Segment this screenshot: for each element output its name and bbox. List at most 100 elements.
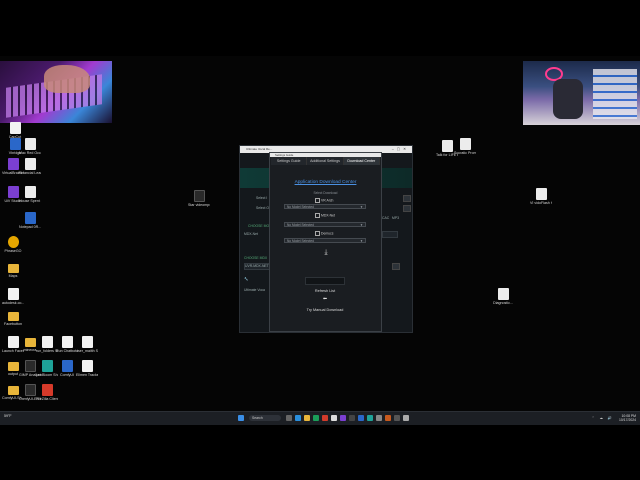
bg-folder-button[interactable] [403,195,411,202]
store-icon[interactable] [313,415,319,421]
select-value: No Model Selected [287,205,314,209]
app-icon[interactable] [358,415,364,421]
download-center-link[interactable]: Application Download Center [270,180,381,185]
app-icon[interactable] [394,415,400,421]
desktop-icon-label: Run Chatbot ths [56,349,78,353]
desktop-icon-label: Maps [8,274,18,278]
tab-additional-settings[interactable]: Additional Settings [307,157,344,165]
app-icon[interactable] [322,415,328,421]
taskbar-search[interactable]: Search [249,415,281,421]
taskbar: 59°F Search ⌃ ☁ 🔊 10:08 PM 10/17/2024 [0,411,640,425]
desktop-icon-label: Financial Leads [19,171,41,175]
desktop-icon[interactable]: Financial Leads [19,158,41,175]
desktop-icon[interactable]: Notepad 0R... [19,212,41,229]
file-explorer-icon[interactable] [304,415,310,421]
bg-row-label: MDX-Net [244,232,258,236]
desktop-icon[interactable]: CapCut [4,122,26,139]
mdx-net-model-select[interactable]: No Model Selected ▼ [284,222,366,227]
bg-row-label: UVR-MDX-NET [245,264,269,268]
try-manual-download-button[interactable]: Try Manual Download [295,308,355,312]
white-file-icon [7,336,19,348]
vr-arch-model-select[interactable]: No Model Selected ▼ [284,204,366,209]
bg-window-controls[interactable]: –▢✕ [392,147,409,151]
desktop-icon[interactable]: ComfyUI [56,360,78,377]
desktop-icon-label: House Spent on VGel [19,199,41,203]
file-file-icon [535,188,547,200]
white-file-icon [81,360,93,372]
system-tray[interactable]: ⌃ ☁ 🔊 [592,416,614,420]
option-vr-arch[interactable]: VR Arch [315,198,333,203]
demucs-model-select[interactable]: No Model Selected ▼ [284,238,366,243]
bg-row-label: CHOOSE MDX [244,256,268,260]
bg-checkbox-label[interactable]: MP3 [392,216,399,220]
weather-widget[interactable]: 59°F [4,414,12,418]
desktop-icon[interactable]: Maps [2,262,24,278]
bg-checkbox-label[interactable]: CAC [382,216,389,220]
desktop-icon-label: user_mailth Shortcut [76,349,98,353]
bg-row-label: Select I [256,196,268,200]
radio-vr-arch[interactable] [315,198,320,203]
desktop-icon[interactable]: Mac Red Occasio... [19,138,41,155]
desktop-icon[interactable]: Run Chatbot ths [56,336,78,353]
app-icon[interactable] [385,415,391,421]
desktop-icon[interactable]: Socratic Prompt.txt [454,138,476,155]
bg-select[interactable] [382,231,398,238]
back-arrow-icon[interactable]: ⬅ [317,296,333,302]
desktop-icon[interactable]: FileZilla Client [36,384,58,401]
app-icon[interactable] [340,415,346,421]
app-icon[interactable] [403,415,409,421]
tab-settings-guide[interactable]: Settings Guide [271,157,308,165]
white-file-icon [7,288,19,300]
bg-window-title: Ultimate Vocal Re... [246,147,273,151]
edge-icon[interactable] [295,415,301,421]
dark-file-icon [193,190,205,202]
option-mdx-net[interactable]: MDX-Net [315,213,335,218]
tab-download-center[interactable]: Download Center [343,157,380,165]
folder-file-icon [7,386,19,395]
windows-start-icon[interactable] [238,415,244,421]
task-view-icon[interactable] [286,415,292,421]
refresh-list-button[interactable]: Refresh List [305,289,345,293]
taskbar-clock[interactable]: 10:08 PM 10/17/2024 [619,414,636,422]
bg-option-button[interactable] [392,263,400,270]
bg-folder-button[interactable] [403,205,411,212]
letterbox-top [0,0,640,56]
settings-guide-dialog[interactable]: Settings Guide Settings Guide Additional… [269,152,382,332]
radio-mdx-net[interactable] [315,213,320,218]
download-icon[interactable]: ⤓ [320,249,332,257]
chevron-down-icon: ▼ [360,223,363,227]
desktop-icon-label: LeoBloom Shortcut [36,373,58,377]
desktop-icon[interactable]: Ellmen Tracker [76,360,98,377]
desktop-icon-label: run_folders Shortcut [36,349,58,353]
option-demucs[interactable]: Demucs [315,231,333,236]
desktop-icon[interactable]: Star videomp4 [188,190,210,207]
desktop-icon[interactable]: House Spent on VGel [19,186,41,203]
wrench-icon[interactable]: 🔧 [244,277,248,281]
chrome-icon[interactable] [331,415,337,421]
folder-file-icon [24,338,36,347]
desktop-icon[interactable]: PhraseGO [2,236,24,253]
white-file-icon [61,336,73,348]
radio-demucs[interactable] [315,231,320,236]
desktop-icon[interactable]: LeoBloom Shortcut [36,360,58,377]
terminal-icon[interactable] [349,415,355,421]
white-file-icon [9,122,21,134]
blue-file-icon [24,212,36,224]
desktop-icon-label: VI vidoFlash handbook [530,201,552,205]
app-icon[interactable] [376,415,382,421]
desktop-icon[interactable]: VI vidoFlash handbook [530,188,552,205]
desktop-icon-label: Facebutton [4,322,22,326]
purple-file-icon [7,186,19,198]
download-progress-field [305,277,345,285]
desktop-icon[interactable]: user_mailth Shortcut [76,336,98,353]
chair-image [553,79,583,119]
desktop-icon[interactable]: Facebutton [2,310,24,326]
option-label: MDX-Net [321,213,335,218]
desktop-icon[interactable]: Diagnostic... [492,288,514,305]
desktop-icon[interactable]: run_folders Shortcut [36,336,58,353]
dialog-tabs: Settings Guide Additional Settings Downl… [271,157,380,165]
desktop-icon-label: FileZilla Client [36,397,58,401]
desktop-icon[interactable]: autodesk.co... [2,288,24,305]
app-icon[interactable] [367,415,373,421]
select-value: No Model Selected [287,239,314,243]
